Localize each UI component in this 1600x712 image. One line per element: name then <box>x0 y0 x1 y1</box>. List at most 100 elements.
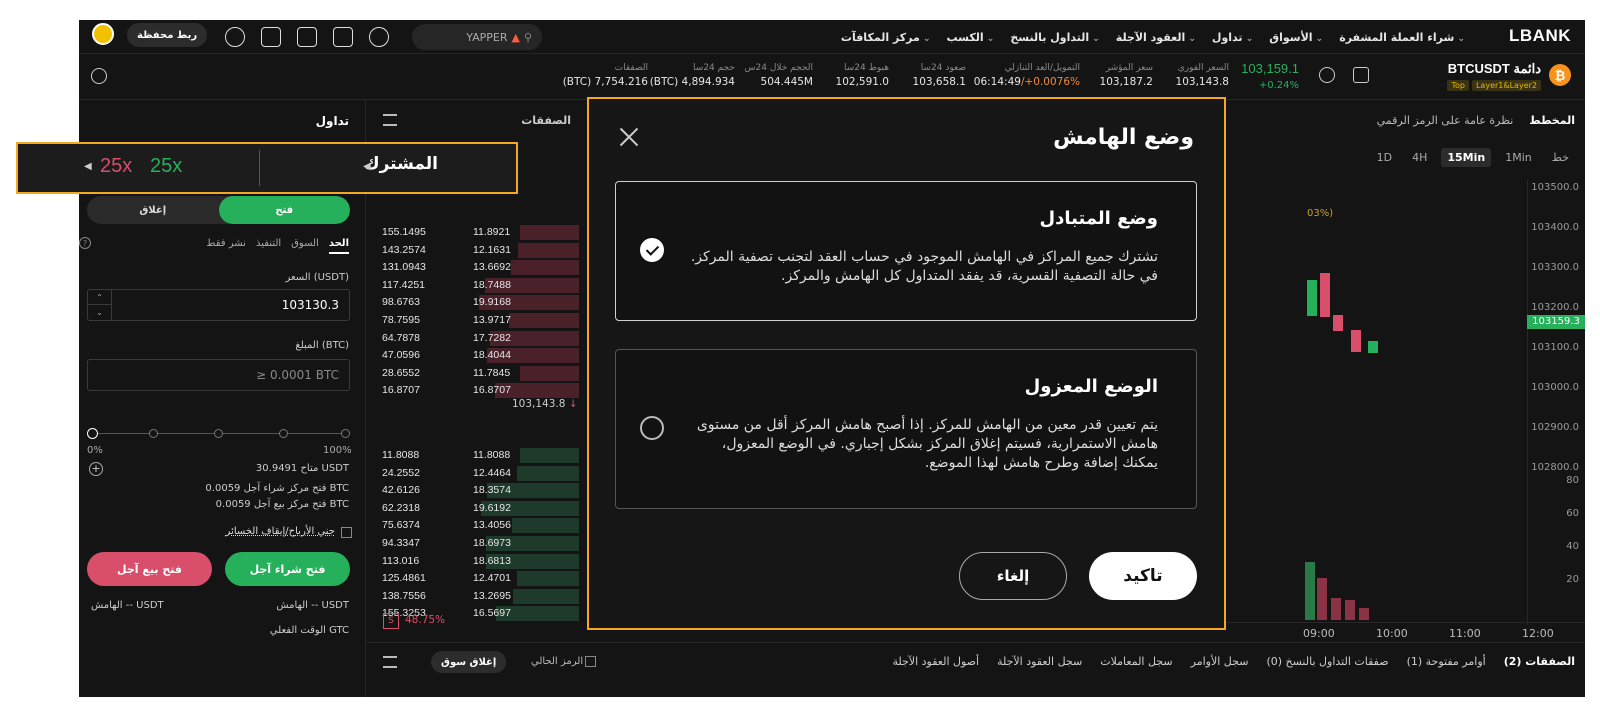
step-down-icon[interactable]: ⌄ <box>88 305 111 320</box>
checkmark-icon[interactable] <box>640 238 664 262</box>
orderbook-row[interactable]: 113.016 18.6813 <box>367 553 587 570</box>
slider-handle[interactable] <box>87 428 98 439</box>
open-short-button[interactable]: فتح بيع آجل <box>87 552 212 586</box>
menu-markets[interactable]: الأسواق <box>1269 31 1323 44</box>
search-input[interactable]: YAPPER ▲ ⚲ <box>412 24 542 50</box>
slider-stop-50[interactable] <box>214 429 223 438</box>
close-icon[interactable] <box>619 127 639 147</box>
option-cross-margin[interactable]: وضع المتبادل تشترك جميع المراكز في الهام… <box>615 181 1197 321</box>
bell-icon[interactable] <box>297 27 317 47</box>
orderbook-filter-icon[interactable] <box>383 114 397 126</box>
cumulative-qty: 138.7556 <box>382 589 426 602</box>
avatar[interactable] <box>92 23 114 45</box>
tab-futures-assets[interactable]: أصول العقود الآجلة <box>892 655 979 668</box>
globe-icon[interactable] <box>369 27 389 47</box>
orderbook-row[interactable]: 98.6763 19.9168 <box>367 294 587 311</box>
time-in-force-select[interactable]: الوقت الفعلي GTC <box>270 625 349 636</box>
leverage-short[interactable]: 25x <box>100 155 132 178</box>
orderbook-row[interactable]: 138.7556 13.2695 <box>367 588 587 605</box>
connect-wallet-button[interactable]: ربط محفظة <box>127 23 208 47</box>
orderbook-row[interactable]: 11.8088 11.8088 <box>367 447 587 464</box>
orderbook-row[interactable]: 64.7878 17.7282 <box>367 330 587 347</box>
menu-trade[interactable]: تداول <box>1212 31 1253 44</box>
tab-futures-history[interactable]: سجل العقود الآجلة <box>997 655 1082 668</box>
menu-buy-crypto[interactable]: شراء العملة المشفرة <box>1339 31 1465 44</box>
orderbook-row[interactable]: 155.3253 16.5697 <box>367 605 587 622</box>
menu-copy-trading[interactable]: التداول بالنسخ <box>1010 31 1099 44</box>
radio-icon[interactable] <box>640 416 664 440</box>
interval-1d[interactable]: 1D <box>1371 148 1398 167</box>
orderbook-row[interactable]: 143.2574 12.1631 <box>367 242 587 259</box>
amount-input[interactable]: ≥ 0.0001 BTC <box>87 359 350 391</box>
settings-icon[interactable] <box>91 68 107 84</box>
orderbook-row[interactable]: 62.2318 19.6192 <box>367 500 587 517</box>
wallet-icon[interactable] <box>261 27 281 47</box>
amount-slider[interactable] <box>87 427 350 441</box>
orderbook-row[interactable]: 155.1495 11.8921 <box>367 224 587 241</box>
tpsl-label[interactable]: جني الأرباح/إيقاف الخسائر <box>226 526 335 537</box>
step-up-icon[interactable]: ⌃ <box>88 290 111 305</box>
slider-stop-100[interactable] <box>341 429 350 438</box>
star-icon[interactable] <box>1319 67 1335 83</box>
cumulative-qty: 131.0943 <box>382 261 426 274</box>
tab-transaction-history[interactable]: سجل المعاملات <box>1100 655 1172 668</box>
book-icon[interactable] <box>1353 67 1369 83</box>
document-icon[interactable] <box>333 27 353 47</box>
logo[interactable]: LBANK <box>1509 26 1571 46</box>
open-tab[interactable]: فتح <box>218 196 350 224</box>
close-tab[interactable]: إغلاق <box>87 196 219 224</box>
interval-line[interactable]: خط <box>1546 148 1575 167</box>
stat-label: سعر المؤشر <box>1105 63 1153 73</box>
order-type-tabs: الحد السوق التنفيذ نشر فقط <box>206 238 349 254</box>
stat-24h-turnover: الحجم خلال 24س 504.445M <box>745 63 814 88</box>
orderbook-row[interactable]: 42.6126 18.3574 <box>367 482 587 499</box>
orderbook-row[interactable]: 16.8707 16.8707 <box>367 382 587 399</box>
filter-icon[interactable] <box>383 656 397 668</box>
tab-chart[interactable]: المخطط <box>1529 114 1575 127</box>
tab-market[interactable]: السوق <box>291 238 319 254</box>
slider-stop-75[interactable] <box>279 429 288 438</box>
download-icon[interactable] <box>225 27 245 47</box>
leverage-long[interactable]: 25x <box>150 155 182 178</box>
price-input[interactable]: ⌃ ⌄ 103130.3 <box>87 289 350 321</box>
tab-limit[interactable]: الحد <box>328 238 349 254</box>
interval-4h[interactable]: 4H <box>1406 148 1433 167</box>
market-close-button[interactable]: إغلاق سوق <box>431 651 507 673</box>
tab-order-history[interactable]: سجل الأوامر <box>1191 655 1249 668</box>
orderbook-row[interactable]: 117.4251 18.7488 <box>367 277 587 294</box>
tab-overview[interactable]: نظرة عامة على الرمز الرقمي <box>1377 114 1514 127</box>
menu-rewards-center[interactable]: مركز المكافآت <box>841 31 931 44</box>
orderbook-row[interactable]: 94.3347 18.6973 <box>367 535 587 552</box>
top-navigation: LBANK شراء العملة المشفرة الأسواق تداول … <box>79 20 1585 54</box>
cancel-button[interactable]: إلغاء <box>959 552 1067 600</box>
symbol-selector[interactable]: BTCUSDT دائمة <box>1448 61 1541 77</box>
tab-post-only[interactable]: نشر فقط <box>206 238 246 254</box>
slider-stop-25[interactable] <box>149 429 158 438</box>
menu-earn[interactable]: الكسب <box>947 31 995 44</box>
amount-label[interactable]: المبلغ (BTC) <box>295 340 349 351</box>
orderbook-row[interactable]: 131.0943 13.6692 <box>367 259 587 276</box>
tpsl-checkbox[interactable] <box>341 527 352 538</box>
order-qty: 11.7845 <box>473 366 511 379</box>
orderbook-row[interactable]: 28.6552 11.7845 <box>367 365 587 382</box>
orderbook-row[interactable]: 125.4861 12.4701 <box>367 570 587 587</box>
tab-open-orders[interactable]: أوامر مفتوحة (1) <box>1407 655 1486 668</box>
interval-1min[interactable]: 1Min <box>1499 148 1538 167</box>
orderbook-row[interactable]: 47.0596 18.4044 <box>367 347 587 364</box>
current-symbol-checkbox[interactable] <box>585 656 596 667</box>
orderbook-row[interactable]: 78.7595 13.9717 <box>367 312 587 329</box>
open-long-button[interactable]: فتح شراء آجل <box>225 552 350 586</box>
margin-mode-button[interactable]: المشترك <box>364 154 438 174</box>
menu-futures[interactable]: العقود الآجلة <box>1116 31 1196 44</box>
option-isolated-margin[interactable]: الوضع المعزول يتم تعيين قدر معين من الها… <box>615 349 1197 509</box>
interval-15min[interactable]: 15Min <box>1441 148 1492 167</box>
tab-copy-positions[interactable]: صفقات التداول بالنسخ (0) <box>1266 655 1388 668</box>
price-stepper[interactable]: ⌃ ⌄ <box>88 290 112 320</box>
orderbook-row[interactable]: 24.2552 12.4464 <box>367 465 587 482</box>
help-icon[interactable]: ? <box>79 237 91 249</box>
tab-positions[interactable]: الصفقات (2) <box>1504 655 1575 668</box>
orderbook-row[interactable]: 75.6374 13.4056 <box>367 517 587 534</box>
tab-trigger[interactable]: التنفيذ <box>256 238 281 254</box>
confirm-button[interactable]: تاكيد <box>1089 552 1197 600</box>
add-funds-icon[interactable]: + <box>89 462 103 476</box>
